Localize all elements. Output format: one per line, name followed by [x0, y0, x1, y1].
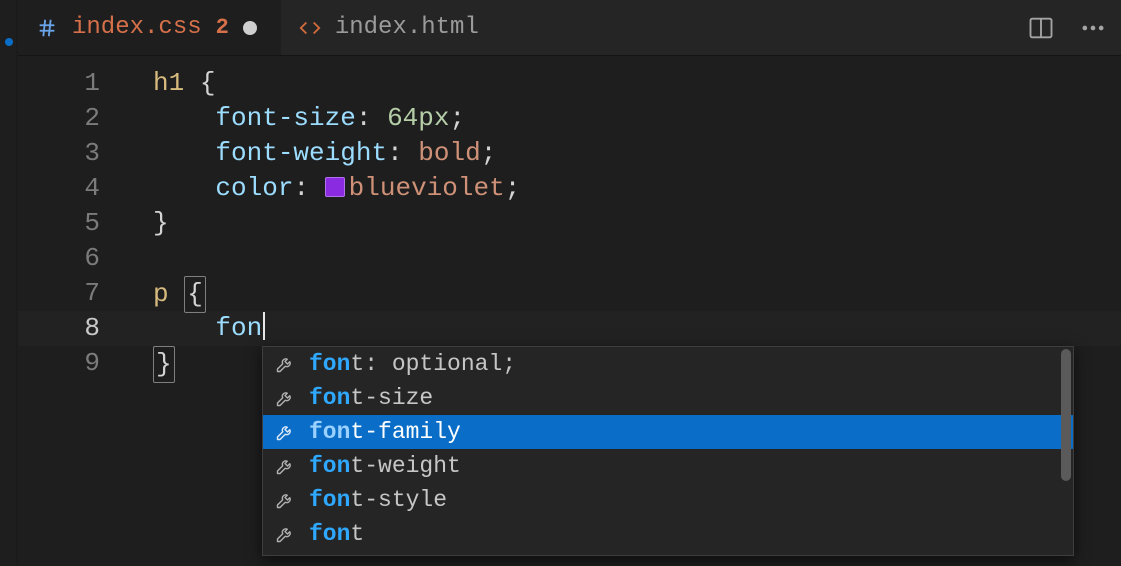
line-number: 5 [18, 206, 118, 241]
line-number: 8 [18, 311, 118, 346]
autocomplete-popup[interactable]: font: optional; font-size font-family fo… [262, 346, 1074, 556]
wrench-icon [275, 490, 295, 510]
scrollbar-thumb[interactable] [1061, 349, 1071, 481]
tabbar: index.css 2 index.html [18, 0, 1121, 56]
wrench-icon [275, 388, 295, 408]
code-content: h1 { font-size: 64px; font-weight: bold;… [153, 66, 1121, 381]
line-number: 4 [18, 171, 118, 206]
autocomplete-item[interactable]: font-family [263, 415, 1073, 449]
autocomplete-label: font-weight [309, 449, 461, 484]
split-editor-icon[interactable] [1027, 14, 1055, 42]
autocomplete-item[interactable]: font [263, 517, 1073, 551]
autocomplete-item[interactable]: font-style [263, 483, 1073, 517]
autocomplete-label: font-family [309, 415, 461, 450]
code-editor[interactable]: 1 2 3 4 5 6 7 8 9 h1 { font-size: 64px; … [18, 56, 1121, 566]
bracket-match-icon: { [184, 276, 206, 313]
code-line: } [153, 206, 1121, 241]
code-icon [299, 17, 321, 39]
tab-index-css[interactable]: index.css 2 [18, 0, 281, 55]
wrench-icon [275, 524, 295, 544]
autocomplete-label: font [309, 517, 364, 552]
line-number: 9 [18, 346, 118, 381]
problems-count: 2 [216, 15, 229, 40]
autocomplete-item[interactable]: font-size [263, 381, 1073, 415]
autocomplete-item[interactable]: font-weight [263, 449, 1073, 483]
line-number: 7 [18, 276, 118, 311]
autocomplete-label: font: optional; [309, 347, 516, 382]
line-number: 1 [18, 66, 118, 101]
line-number: 6 [18, 241, 118, 276]
tab-index-html[interactable]: index.html [281, 0, 503, 55]
wrench-icon [275, 456, 295, 476]
color-swatch-icon[interactable] [325, 177, 345, 197]
bracket-match-icon: } [153, 346, 175, 383]
autocomplete-item[interactable]: font: optional; [263, 347, 1073, 381]
wrench-icon [275, 422, 295, 442]
code-line: p { [153, 276, 1121, 311]
hash-icon [36, 17, 58, 39]
activity-bar [0, 0, 18, 566]
activity-indicator [5, 38, 13, 46]
wrench-icon [275, 354, 295, 374]
text-cursor-icon [263, 312, 265, 340]
code-line: font-weight: bold; [153, 136, 1121, 171]
line-number: 2 [18, 101, 118, 136]
code-line: fon [153, 311, 1121, 346]
editor-top-actions [1027, 0, 1107, 56]
code-line: color: blueviolet; [153, 171, 1121, 206]
code-line [153, 241, 1121, 276]
autocomplete-label: font-size [309, 381, 433, 416]
line-number: 3 [18, 136, 118, 171]
code-line: font-size: 64px; [153, 101, 1121, 136]
more-icon[interactable] [1079, 14, 1107, 42]
code-line: h1 { [153, 66, 1121, 101]
line-gutter: 1 2 3 4 5 6 7 8 9 [18, 66, 118, 381]
tab-label: index.html [335, 14, 479, 41]
tab-label: index.css [72, 14, 202, 41]
editor-pane: index.css 2 index.html [18, 0, 1121, 566]
autocomplete-label: font-style [309, 483, 447, 518]
dirty-indicator-icon [243, 21, 257, 35]
